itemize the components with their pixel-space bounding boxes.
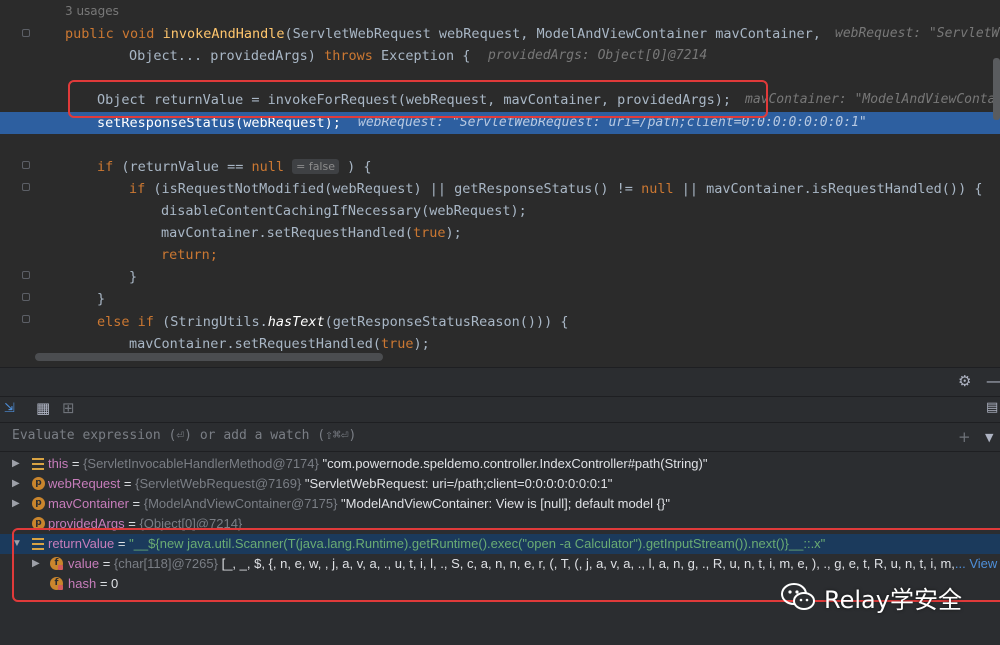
- ide-window: 3 usages public void invokeAndHandle(Ser…: [0, 0, 1000, 645]
- inline-debug-hint: webRequest: "ServletWe: [835, 26, 1000, 41]
- keyword: true: [380, 336, 414, 352]
- variable-type: {ServletWebRequest@7169}: [135, 476, 302, 491]
- code-text: }: [129, 269, 138, 285]
- code-text: mavContainer.setRequestHandled(: [161, 225, 413, 241]
- code-text: (StringUtils.: [162, 314, 268, 330]
- object-icon: [32, 458, 44, 470]
- horizontal-scrollbar[interactable]: [35, 353, 383, 361]
- code-line-inner-if: if (isRequestNotModified(webRequest) || …: [0, 178, 1000, 200]
- keyword: else: [97, 314, 130, 330]
- code-line-signature: public void invokeAndHandle(ServletWebRe…: [0, 23, 1000, 45]
- equals-sign: =: [120, 476, 136, 491]
- minimize-icon[interactable]: —: [986, 372, 1000, 390]
- variable-type: {ModelAndViewContainer@7175}: [143, 496, 338, 511]
- parameter-icon: p: [32, 477, 45, 490]
- code-text: Exception {: [381, 48, 471, 64]
- code-line-if: if (returnValue == null = false ) {: [0, 156, 1000, 178]
- code-text: mavContainer.setRequestHandled(: [129, 336, 381, 352]
- variable-value: "ServletWebRequest: uri=/path;client=0:0…: [304, 476, 613, 491]
- code-text: Object... providedArgs): [129, 48, 316, 64]
- code-text: );: [445, 225, 462, 241]
- keyword: null: [251, 159, 284, 175]
- variable-row[interactable]: ▶ p webRequest = {ServletWebRequest@7169…: [0, 474, 1000, 494]
- variable-name: this: [48, 456, 69, 471]
- code-text: }: [97, 291, 106, 307]
- keyword: throws: [324, 48, 373, 64]
- keyword: if: [97, 159, 114, 175]
- variable-name: webRequest: [48, 476, 121, 491]
- debugger-toolbar: ⇲ ▦ ⊞ ▤: [0, 396, 1000, 423]
- code-text: (ServletWebRequest webRequest, ModelAndV…: [284, 26, 821, 42]
- keyword: null: [641, 181, 674, 197]
- code-line-set-handled: mavContainer.setRequestHandled(true);: [0, 333, 1000, 355]
- code-text: (returnValue ==: [121, 159, 252, 175]
- code-text: );: [413, 336, 430, 352]
- equals-sign: =: [68, 456, 84, 471]
- evaluate-expression-bar[interactable]: Evaluate expression (⏎) or add a watch (…: [0, 423, 1000, 452]
- variable-type: {ServletInvocableHandlerMethod@7174}: [83, 456, 319, 471]
- watermark-text: Relay学安全: [824, 585, 962, 614]
- add-watch-icon[interactable]: +: [958, 428, 971, 446]
- usages-hint[interactable]: 3 usages: [65, 4, 119, 18]
- variable-name: mavContainer: [48, 496, 129, 511]
- variable-row[interactable]: ▶ p mavContainer = {ModelAndViewContaine…: [0, 494, 1000, 514]
- chevron-down-icon[interactable]: ▼: [985, 429, 993, 447]
- settings-gear-icon[interactable]: ⚙: [958, 372, 971, 390]
- variable-value: "com.powernode.speldemo.controller.Index…: [322, 456, 708, 471]
- equals-sign: =: [128, 496, 144, 511]
- parameter-icon: p: [32, 497, 45, 510]
- code-text: ) {: [347, 159, 372, 175]
- layout-icon[interactable]: ▤: [986, 399, 998, 417]
- keyword: if: [137, 314, 154, 330]
- keyword: void: [121, 26, 155, 42]
- method-name: hasText: [267, 314, 325, 330]
- code-line-disable-caching: disableContentCachingIfNecessary(webRequ…: [0, 200, 1000, 222]
- expand-arrow-icon[interactable]: ▶: [12, 454, 22, 474]
- keyword: public: [65, 26, 114, 42]
- grid-icon[interactable]: ⊞: [62, 399, 75, 417]
- code-text: disableContentCachingIfNecessary(webRequ…: [161, 203, 527, 219]
- code-text: (isRequestNotModified(webRequest) || get…: [153, 181, 642, 197]
- inline-value-chip: = false: [292, 159, 339, 174]
- vertical-scrollbar[interactable]: [993, 58, 1000, 120]
- code-line-else-if: else if (StringUtils.hasText(getResponse…: [0, 311, 1000, 333]
- watermark: Relay学安全: [780, 580, 962, 614]
- restore-layout-icon[interactable]: ⇲: [4, 400, 15, 418]
- evaluate-expression-input[interactable]: Evaluate expression (⏎) or add a watch (…: [12, 428, 912, 446]
- code-text: (getResponseStatusReason())) {: [324, 314, 569, 330]
- keyword: true: [412, 225, 446, 241]
- expand-arrow-icon[interactable]: ▶: [12, 474, 22, 494]
- keyword: if: [129, 181, 146, 197]
- expand-arrow-icon[interactable]: ▶: [12, 494, 22, 514]
- code-line-set-handled: mavContainer.setRequestHandled(true);: [0, 222, 1000, 244]
- code-text: || mavContainer.isRequestHandled()) {: [673, 181, 983, 197]
- code-line-brace: }: [0, 288, 1000, 310]
- wechat-logo-icon: [780, 582, 816, 612]
- method-name: invokeAndHandle: [162, 26, 285, 42]
- highlight-box: [68, 80, 768, 118]
- keyword: return;: [161, 247, 218, 263]
- variable-value: "ModelAndViewContainer: View is [null]; …: [341, 496, 670, 511]
- debugger-top-bar: ⚙ —: [0, 368, 1000, 397]
- code-line-brace: }: [0, 266, 1000, 288]
- table-view-icon[interactable]: ▦: [36, 399, 50, 417]
- code-editor[interactable]: 3 usages public void invokeAndHandle(Ser…: [0, 0, 1000, 367]
- inline-debug-hint: providedArgs: Object[0]@7214: [488, 48, 708, 63]
- variable-row[interactable]: ▶ this = {ServletInvocableHandlerMethod@…: [0, 454, 1000, 474]
- code-line-signature-cont: Object... providedArgs) throws Exception…: [0, 45, 1000, 67]
- code-line-return: return;: [0, 244, 1000, 266]
- inline-debug-hint: mavContainer: "ModelAndViewConta: [745, 92, 996, 107]
